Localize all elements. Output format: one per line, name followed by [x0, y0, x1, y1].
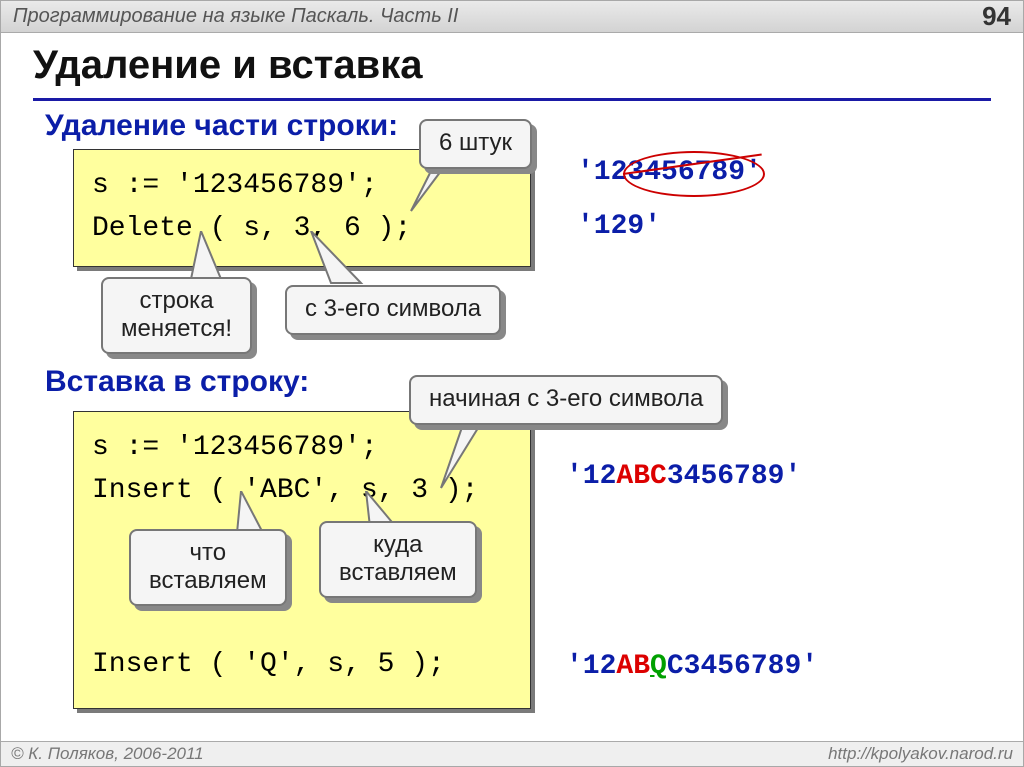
result-segment: Q: [650, 651, 667, 682]
result-segment: '12: [577, 157, 627, 188]
slide-title: Удаление и вставка: [33, 43, 422, 88]
result-segment: C3456789': [667, 651, 818, 682]
callout-changes: строка меняется!: [101, 277, 252, 354]
callout-text: что: [149, 539, 267, 567]
result-delete: '129': [577, 211, 661, 242]
code-line: Insert ( 'ABC', s, 3 );: [92, 475, 478, 506]
subheading-delete: Удаление части строки:: [45, 109, 398, 143]
footer: © К. Поляков, 2006-2011 http://kpolyakov…: [1, 741, 1023, 766]
title-rule: [33, 98, 991, 101]
copyright: © К. Поляков, 2006-2011: [11, 744, 204, 766]
footer-url: http://kpolyakov.narod.ru: [828, 744, 1013, 766]
subheading-insert: Вставка в строку:: [45, 365, 309, 399]
callout-from3: с 3-его символа: [285, 285, 501, 335]
callout-text: строка: [121, 287, 232, 315]
page-number: 94: [982, 1, 1011, 32]
result-segment: AB: [616, 651, 650, 682]
code-line: s := '123456789';: [92, 432, 378, 463]
callout-text: куда: [339, 531, 457, 559]
callout-six: 6 штук: [419, 119, 532, 169]
result-segment: ABC: [616, 461, 666, 492]
result-segment: 3456789': [667, 461, 801, 492]
code-line: s := '123456789';: [92, 170, 378, 201]
result-segment: '12: [566, 461, 616, 492]
code-line: Insert ( 'Q', s, 5 );: [92, 649, 445, 680]
callout-where: куда вставляем: [319, 521, 477, 598]
callout-text: вставляем: [339, 559, 457, 587]
callout-text: начиная с 3-его символа: [429, 385, 703, 412]
callout-start3: начиная с 3-его символа: [409, 375, 723, 425]
callout-text: с 3-его символа: [305, 295, 481, 322]
result-insert2: '12ABQC3456789': [566, 651, 818, 682]
result-segment: '12: [566, 651, 616, 682]
callout-what: что вставляем: [129, 529, 287, 606]
top-bar: Программирование на языке Паскаль. Часть…: [1, 1, 1023, 33]
code-line: Delete ( s, 3, 6 );: [92, 213, 411, 244]
callout-text: вставляем: [149, 567, 267, 595]
course-title: Программирование на языке Паскаль. Часть…: [13, 5, 458, 28]
callout-text: меняется!: [121, 315, 232, 343]
result-insert1: '12ABC3456789': [566, 461, 801, 492]
callout-text: 6 штук: [439, 129, 512, 156]
